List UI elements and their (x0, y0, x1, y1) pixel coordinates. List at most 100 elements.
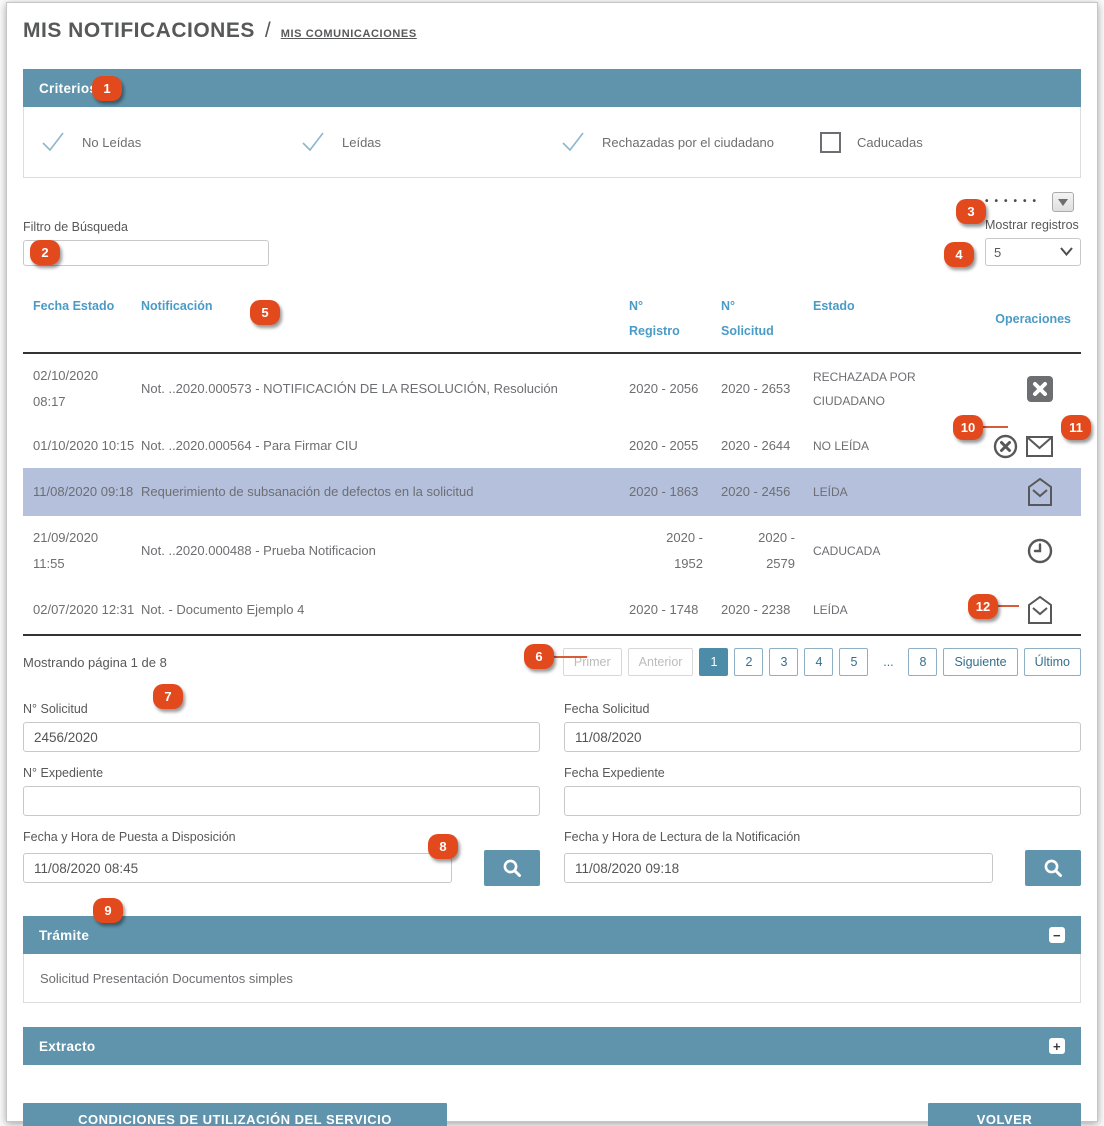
reject-circle-x-icon[interactable] (993, 434, 1018, 459)
pagination-first-button[interactable]: Primer (563, 648, 622, 676)
n-solicitud-label: N° Solicitud (23, 702, 540, 716)
cell-notificacion: Not. ..2020.000564 - Para Firmar CIU (141, 433, 629, 459)
fecha-solicitud-label: Fecha Solicitud (564, 702, 1081, 716)
pagination-next-button[interactable]: Siguiente (943, 648, 1017, 676)
cell-registro: 2020 - 1863 (629, 479, 721, 505)
cell-notificacion: Not. ..2020.000488 - Prueba Notificacion (141, 538, 629, 564)
cell-solicitud: 2020 - 2579 (721, 525, 813, 577)
criterios-options: No Leídas Leídas Rechazadas por el ciuda… (23, 107, 1081, 178)
callout-line (997, 605, 1019, 607)
filter-option-rechazadas[interactable]: Rechazadas por el ciudadano (560, 130, 820, 154)
caret-down-icon[interactable] (1052, 192, 1074, 212)
table-header-row: Fecha Estado Notificación N° Registro N°… (23, 284, 1081, 354)
tramite-value: Solicitud Presentación Documentos simple… (40, 971, 293, 986)
tramite-title: Trámite (39, 928, 89, 943)
notifications-table: Fecha Estado Notificación N° Registro N°… (23, 284, 1081, 636)
fecha-expediente-field[interactable] (564, 786, 1081, 816)
volver-button[interactable]: VOLVER (928, 1103, 1081, 1126)
table-row-selected[interactable]: 11/08/2020 09:18 Requerimiento de subsan… (23, 468, 1081, 516)
filter-option-leidas[interactable]: Leídas (300, 130, 560, 154)
cell-estado: RECHAZADA POR CIUDADANO (813, 365, 971, 413)
pagination-page-4[interactable]: 4 (804, 648, 833, 676)
table-row[interactable]: 01/10/2020 10:15 Not. ..2020.000564 - Pa… (23, 424, 1081, 468)
cell-registro: 2020 - 2055 (629, 433, 721, 459)
cell-notificacion: Not. ..2020.000573 - NOTIFICACIÓN DE LA … (141, 376, 629, 402)
mis-comunicaciones-link[interactable]: MIS COMUNICACIONES (281, 28, 417, 40)
cell-solicitud: 2020 - 2456 (721, 479, 813, 505)
table-row[interactable]: 02/07/2020 12:31 Not. - Documento Ejempl… (23, 586, 1081, 634)
cell-solicitud: 2020 - 2653 (721, 376, 813, 402)
magnifier-icon (502, 858, 522, 878)
cell-fecha: 11/08/2020 09:18 (33, 479, 141, 505)
checkbox-empty[interactable] (820, 132, 841, 153)
detail-form: N° Solicitud N° Expediente Fecha y Hora … (23, 702, 1081, 900)
col-n-registro: N° Registro (629, 294, 721, 344)
callout-line (982, 426, 1008, 428)
clock-icon[interactable] (1027, 538, 1053, 564)
cell-fecha: 02/07/2020 12:31 (33, 597, 141, 623)
cell-fecha: 21/09/2020 11:55 (33, 525, 141, 577)
callout-badge-7: 7 (153, 684, 183, 709)
pagination-page-1[interactable]: 1 (699, 648, 728, 676)
filter-option-no-leidas[interactable]: No Leídas (40, 130, 300, 154)
extracto-header[interactable]: Extracto + (23, 1027, 1081, 1065)
pagination-page-2[interactable]: 2 (734, 648, 763, 676)
show-records-label: Mostrar registros (985, 218, 1079, 232)
option-label: No Leídas (82, 135, 141, 150)
open-envelope-icon[interactable] (1027, 595, 1053, 625)
cell-registro: 2020 - 1748 (629, 597, 721, 623)
pagination-summary: Mostrando página 1 de 8 (23, 655, 167, 670)
callout-badge-10: 10 (953, 415, 983, 440)
cell-fecha: 02/10/2020 08:17 (33, 363, 141, 415)
fecha-lectura-field[interactable] (564, 853, 993, 883)
fecha-puesta-disposicion-field[interactable] (23, 853, 452, 883)
table-row[interactable]: 21/09/2020 11:55 Not. ..2020.000488 - Pr… (23, 516, 1081, 586)
masked-dots: •••••• (985, 197, 1042, 207)
col-estado: Estado (813, 294, 971, 344)
cell-registro: 2020 - 1952 (629, 525, 721, 577)
check-icon (560, 130, 586, 154)
table-row[interactable]: 02/10/2020 08:17 Not. ..2020.000573 - NO… (23, 354, 1081, 424)
pagination-page-8[interactable]: 8 (908, 648, 937, 676)
notifications-page: MIS NOTIFICACIONES / MIS COMUNICACIONES … (0, 0, 1104, 1126)
callout-badge-9: 9 (93, 898, 123, 923)
n-expediente-field[interactable] (23, 786, 540, 816)
callout-badge-3: 3 (956, 199, 986, 224)
fecha-puesta-disposicion-label: Fecha y Hora de Puesta a Disposición (23, 830, 540, 844)
tramite-header[interactable]: Trámite − (23, 916, 1081, 954)
open-envelope-icon[interactable] (1027, 477, 1053, 507)
col-fecha-estado: Fecha Estado (33, 294, 141, 344)
magnifier-icon (1043, 858, 1063, 878)
cell-fecha: 01/10/2020 10:15 (33, 433, 141, 459)
cell-estado: LEÍDA (813, 480, 971, 504)
callout-badge-11: 11 (1061, 415, 1091, 440)
pagination-last-button[interactable]: Último (1024, 648, 1081, 676)
callout-badge-6: 6 (524, 644, 554, 669)
pagination-ellipsis: ... (874, 648, 902, 676)
pagination-page-5[interactable]: 5 (839, 648, 868, 676)
n-solicitud-field[interactable] (23, 722, 540, 752)
n-expediente-label: N° Expediente (23, 766, 540, 780)
filter-option-caducadas[interactable]: Caducadas (820, 132, 1080, 153)
collapse-minus-icon[interactable]: − (1049, 927, 1065, 943)
cell-estado: CADUCADA (813, 539, 971, 563)
cell-solicitud: 2020 - 2238 (721, 597, 813, 623)
page-title: MIS NOTIFICACIONES (23, 19, 255, 43)
closed-envelope-icon[interactable] (1026, 436, 1053, 457)
conditions-button[interactable]: CONDICIONES DE UTILIZACIÓN DEL SERVICIO (23, 1103, 447, 1126)
pagination-prev-button[interactable]: Anterior (628, 648, 694, 676)
callout-line (553, 656, 587, 658)
records-per-page-select[interactable]: 5 (985, 238, 1081, 266)
cell-notificacion: Requerimiento de subsanación de defectos… (141, 479, 629, 505)
callout-badge-1: 1 (92, 76, 122, 101)
callout-badge-12: 12 (968, 594, 998, 619)
expand-plus-icon[interactable]: + (1049, 1038, 1065, 1054)
rejected-square-x-icon[interactable] (1027, 376, 1053, 402)
fecha-expediente-label: Fecha Expediente (564, 766, 1081, 780)
cell-estado: LEÍDA (813, 598, 971, 622)
fecha-solicitud-field[interactable] (564, 722, 1081, 752)
search-lectura-button[interactable] (1025, 850, 1081, 886)
pagination-page-3[interactable]: 3 (769, 648, 798, 676)
search-disposicion-button[interactable] (484, 850, 540, 886)
callout-badge-4: 4 (944, 242, 974, 267)
